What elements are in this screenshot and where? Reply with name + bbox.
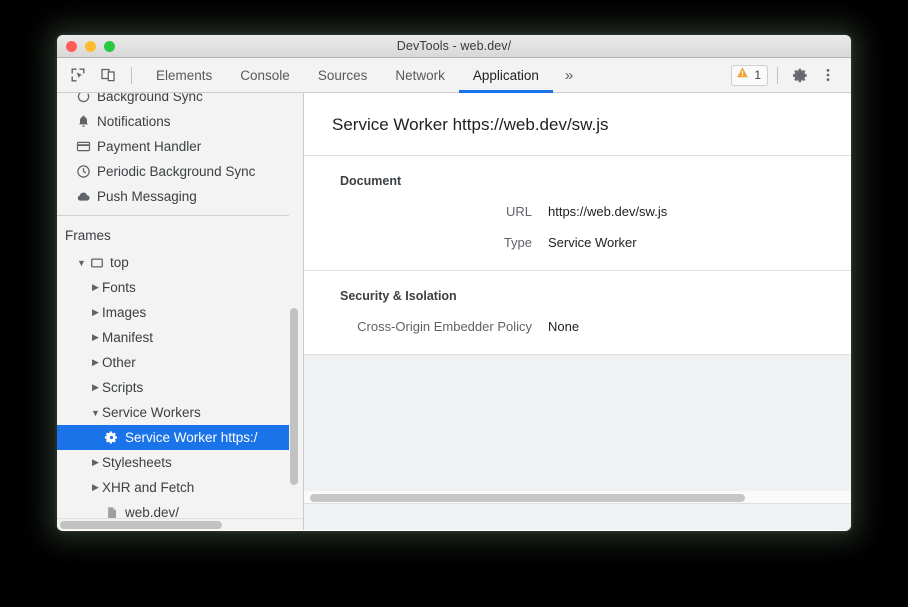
inspect-element-icon[interactable] [65,62,91,88]
gear-icon [103,430,120,446]
device-toolbar-icon[interactable] [95,62,121,88]
toolbar-left-icons [57,58,142,92]
application-content-panel: Service Worker https://web.dev/sw.js Doc… [304,93,851,530]
sidebar-item-label: Other [102,355,136,370]
field-value: Service Worker [548,235,637,250]
content-horizontal-scrollbar-thumb[interactable] [310,494,745,502]
group-security-isolation: Security & Isolation Cross-Origin Embedd… [304,271,851,355]
gear-icon[interactable] [787,62,813,88]
kebab-menu-icon[interactable] [815,62,841,88]
sidebar-item-push-messaging[interactable]: Push Messaging [57,184,289,209]
sidebar-item-label: Notifications [97,114,171,129]
sidebar-item-top[interactable]: ▼ top [57,250,289,275]
field-label: Type [304,235,548,250]
sidebar-item-label: Payment Handler [97,139,201,154]
tree-item-label: Background Sync [97,93,203,104]
sidebar-item-label: top [110,255,129,270]
sidebar-horizontal-scrollbar-track[interactable] [57,518,303,530]
sidebar-item-service-workers[interactable]: ▼ Service Workers [57,400,289,425]
sidebar-horizontal-scrollbar-thumb[interactable] [60,521,222,529]
toolbar-right-divider [777,67,778,84]
sidebar-item-label: Scripts [102,380,143,395]
field-coep: Cross-Origin Embedder Policy None [304,319,851,334]
sidebar-item-periodic-background-sync[interactable]: Periodic Background Sync [57,159,289,184]
sidebar-item-label: Service Workers [102,405,201,420]
field-url: URL https://web.dev/sw.js [304,204,851,219]
chevron-right-icon[interactable]: ▶ [89,357,102,368]
group-title: Document [304,174,851,188]
field-label: Cross-Origin Embedder Policy [304,319,548,334]
chevron-right-icon[interactable]: ▶ [89,332,102,343]
chevron-down-icon[interactable]: ▼ [75,258,88,268]
devtools-body: Background Sync Notifications [57,93,851,530]
panel-tabs: Elements Console Sources Network Applica… [142,58,585,92]
warning-badge[interactable]: 1 [731,65,768,86]
more-tabs-icon[interactable]: » [553,58,585,92]
chevron-down-icon[interactable]: ▼ [89,408,102,418]
devtools-window: DevTools - web.dev/ Elements [57,35,851,531]
page-title: Service Worker https://web.dev/sw.js [304,93,851,156]
chevron-right-icon[interactable]: ▶ [89,457,102,468]
sidebar-item-service-worker-selected[interactable]: Service Worker https:/ [57,425,289,450]
sidebar-item-label: Push Messaging [97,189,197,204]
window-titlebar: DevTools - web.dev/ [57,35,851,58]
toolbar-right-icons: 1 [731,58,851,92]
tree-item-clipped[interactable]: Background Sync [57,93,289,109]
devtools-toolbar: Elements Console Sources Network Applica… [57,58,851,93]
resource-tree: Background Sync Notifications [57,93,289,525]
chevron-right-icon[interactable]: ▶ [89,282,102,293]
chevron-right-icon[interactable]: ▶ [89,482,102,493]
sidebar-item-label: Stylesheets [102,455,172,470]
sidebar-item-label: Manifest [102,330,153,345]
sidebar-item-label: Fonts [102,280,136,295]
cloud-icon [75,189,92,205]
content-horizontal-scrollbar-track[interactable] [304,491,851,504]
sidebar-vertical-scrollbar[interactable] [290,308,298,485]
sidebar-item-label: Service Worker https:/ [125,430,258,445]
sidebar-item-other[interactable]: ▶ Other [57,350,289,375]
group-title: Security & Isolation [304,289,851,303]
warning-count: 1 [754,68,761,82]
warning-triangle-icon [736,66,749,84]
frame-icon [88,255,105,271]
sidebar-section-frames: Frames [57,220,289,250]
chevron-right-icon[interactable]: ▶ [89,382,102,393]
tab-application[interactable]: Application [459,58,553,92]
credit-card-icon [75,139,92,155]
sidebar-item-images[interactable]: ▶ Images [57,300,289,325]
bell-icon [75,114,92,130]
service-worker-details: Service Worker https://web.dev/sw.js Doc… [304,93,851,355]
sidebar-divider [57,215,289,216]
field-value: None [548,319,579,334]
tab-elements[interactable]: Elements [142,58,226,92]
sidebar-item-stylesheets[interactable]: ▶ Stylesheets [57,450,289,475]
sidebar-item-xhr-and-fetch[interactable]: ▶ XHR and Fetch [57,475,289,500]
field-value: https://web.dev/sw.js [548,204,667,219]
sync-icon [75,93,92,105]
sidebar-item-manifest[interactable]: ▶ Manifest [57,325,289,350]
chevron-right-icon[interactable]: ▶ [89,307,102,318]
toolbar-divider [131,67,132,84]
tab-console[interactable]: Console [226,58,304,92]
group-document: Document URL https://web.dev/sw.js Type … [304,156,851,271]
sidebar-item-payment-handler[interactable]: Payment Handler [57,134,289,159]
clock-icon [75,164,92,180]
sidebar-item-label: Periodic Background Sync [97,164,255,179]
sidebar-item-label: XHR and Fetch [102,480,194,495]
tab-network[interactable]: Network [381,58,459,92]
sidebar-item-label: Images [102,305,146,320]
application-sidebar: Background Sync Notifications [57,93,304,530]
field-label: URL [304,204,548,219]
sidebar-item-fonts[interactable]: ▶ Fonts [57,275,289,300]
sidebar-item-notifications[interactable]: Notifications [57,109,289,134]
window-title: DevTools - web.dev/ [57,39,851,53]
tab-sources[interactable]: Sources [304,58,382,92]
field-type: Type Service Worker [304,235,851,250]
sidebar-item-scripts[interactable]: ▶ Scripts [57,375,289,400]
